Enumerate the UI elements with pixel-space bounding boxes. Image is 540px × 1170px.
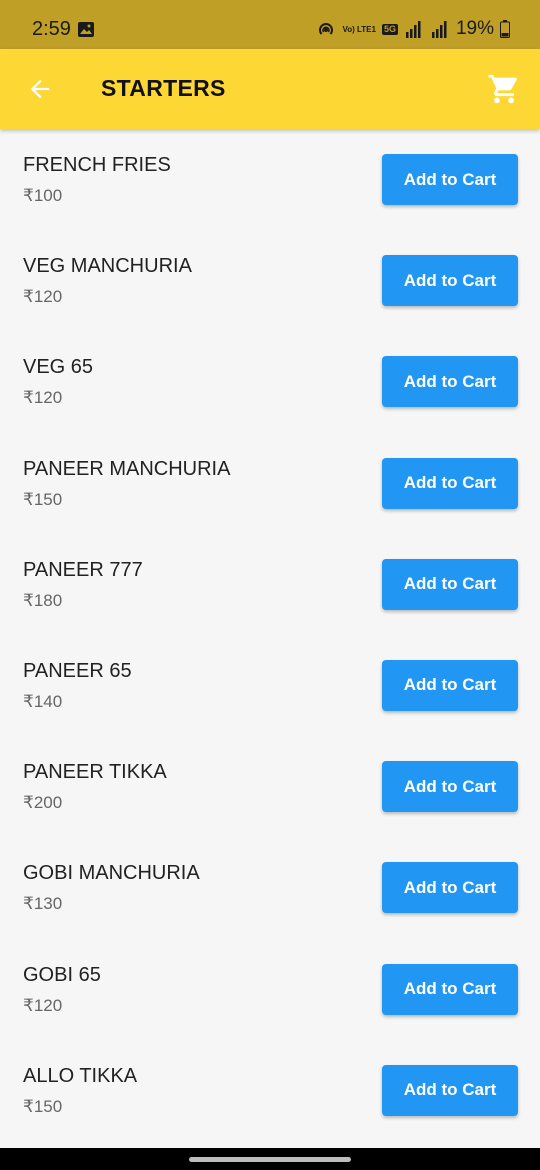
add-to-cart-button[interactable]: Add to Cart [382,862,518,914]
network-type-badge: 5G [381,23,398,35]
item-price: ₹120 [23,995,63,1015]
page-title: STARTERS [101,75,226,101]
list-item: GOBI MANCHURIA ₹130 Add to Cart [0,837,540,938]
list-item: ALLO TIKKA ₹150 Add to Cart [0,1040,540,1141]
arrow-back-icon [30,79,50,99]
shopping-cart-icon [488,74,517,104]
list-item: PANEER TIKKA ₹200 Add to Cart [0,736,540,837]
item-price: ₹200 [23,793,63,813]
list-item: PANEER MANCHURIA ₹150 Add to Cart [0,433,540,534]
add-to-cart-button[interactable]: Add to Cart [382,356,518,408]
item-name: PANEER 65 [23,659,132,682]
item-name: PANEER 777 [23,558,143,581]
hotspot-icon [319,23,334,35]
item-price: ₹130 [23,894,63,914]
list-item: PANEER 777 ₹180 Add to Cart [0,534,540,635]
item-price: ₹180 [23,590,63,610]
navigation-bar [0,1148,540,1170]
item-price: ₹120 [23,388,63,408]
item-price: ₹120 [23,287,63,307]
add-to-cart-button[interactable]: Add to Cart [382,154,518,205]
signal-icon-sim2 [431,21,447,38]
cart-button[interactable] [486,71,522,107]
item-price: ₹150 [23,1096,63,1116]
item-price: ₹100 [23,186,63,205]
add-to-cart-button[interactable]: Add to Cart [382,761,518,813]
list-item: FRENCH FRIES ₹100 Add to Cart [0,129,540,230]
add-to-cart-button[interactable]: Add to Cart [382,457,518,509]
status-time: 2:59 [32,18,71,40]
back-button[interactable] [22,69,58,109]
gallery-notification-icon [78,22,94,37]
item-name: PANEER TIKKA [23,761,167,784]
add-to-cart-button[interactable]: Add to Cart [382,558,518,610]
item-name: VEG 65 [23,356,94,379]
status-bar: 2:59 Vo) LTE1 5G 19% [0,0,540,49]
item-price: ₹150 [23,489,63,509]
item-name: VEG MANCHURIA [23,255,192,278]
status-icons: Vo) LTE1 5G 19% [316,17,510,41]
list-item: GOBI 65 ₹120 Add to Cart [0,939,540,1040]
app-bar: STARTERS [0,49,540,129]
battery-icon [500,20,510,38]
signal-icon [405,21,421,38]
item-name: FRENCH FRIES [23,154,171,176]
add-to-cart-button[interactable]: Add to Cart [382,963,518,1015]
volte-indicator: Vo) LTE1 [342,24,376,34]
home-gesture-handle[interactable] [189,1157,351,1162]
list-item: PANEER 65 ₹140 Add to Cart [0,635,540,736]
list-item: VEG MANCHURIA ₹120 Add to Cart [0,230,540,331]
battery-percent: 19% [455,18,494,39]
add-to-cart-button[interactable]: Add to Cart [382,255,518,307]
item-name: GOBI 65 [23,963,101,986]
list-item: VEG 65 ₹120 Add to Cart [0,331,540,432]
item-name: ALLO TIKKA [23,1064,138,1087]
item-name: GOBI MANCHURIA [23,862,200,885]
item-name: PANEER MANCHURIA [23,457,231,480]
menu-list: FRENCH FRIES ₹100 Add to Cart VEG MANCHU… [0,129,540,1141]
add-to-cart-button[interactable]: Add to Cart [382,659,518,711]
add-to-cart-button[interactable]: Add to Cart [382,1064,518,1116]
item-price: ₹140 [23,691,63,711]
